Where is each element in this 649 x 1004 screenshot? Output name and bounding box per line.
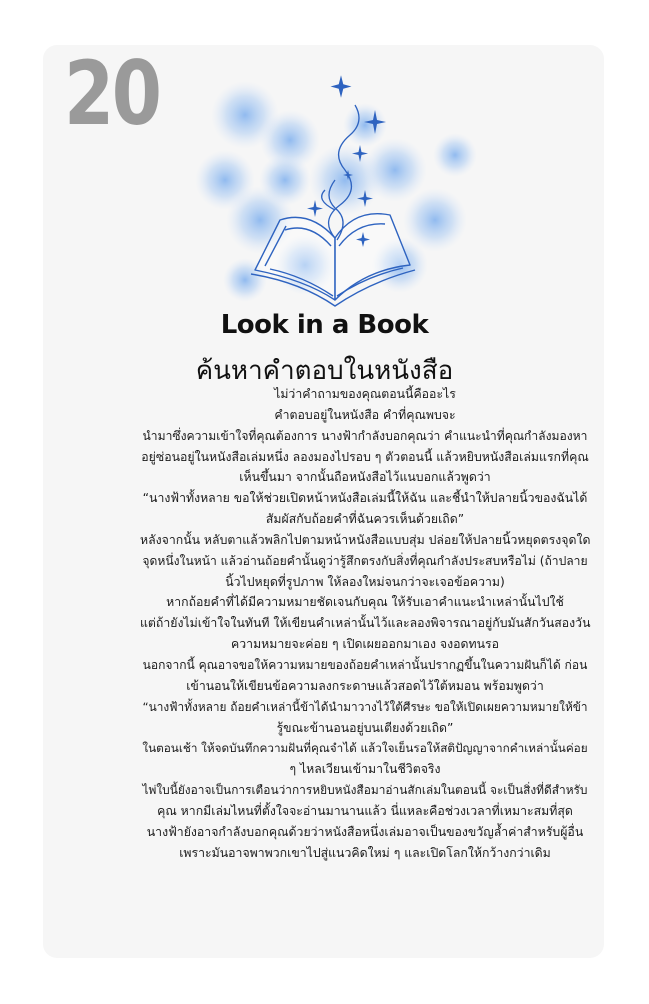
description-line: รู้ขณะข้านอนอยู่บนเตียงด้วยเถิด” bbox=[276, 720, 454, 735]
card-description: ไม่ว่าคำถามของคุณตอนนี้คืออะไร คำตอบอยู่… bbox=[140, 384, 590, 863]
description-line: จุดหนึ่งในหน้า แล้วอ่านถ้อยคำนั้นดูว่ารู… bbox=[142, 553, 588, 568]
description-line: “นางฟ้าทั้งหลาย ขอให้ช่วยเปิดหน้าหนังสือ… bbox=[142, 491, 588, 506]
description-line: เข้านอนให้เขียนข้อความลงกระดาษแล้วสอดไว้… bbox=[186, 678, 544, 693]
description-line: ๆ ไหลเวียนเข้ามาในชีวิตจริง bbox=[289, 762, 441, 777]
description-line: ความหมายจะค่อย ๆ เปิดเผยออกมาเอง จงอดทนร… bbox=[231, 637, 499, 652]
card-number: 20 bbox=[64, 42, 162, 145]
description-line: ในตอนเช้า ให้จดบันทึกความฝันที่คุณจำได้ … bbox=[142, 741, 588, 756]
description-line: นำมาซึ่งความเข้าใจที่คุณต้องการ นางฟ้ากำ… bbox=[142, 428, 588, 443]
description-line: สัมผัสกับถ้อยคำที่ฉันควรเห็นด้วยเถิด” bbox=[265, 512, 465, 527]
description-line: คุณ หากมีเล่มไหนที่ตั้งใจจะอ่านมานานแล้ว… bbox=[157, 803, 573, 818]
description-line: ไพ่ใบนี้ยังอาจเป็นการเตือนว่าการหยิบหนัง… bbox=[142, 783, 588, 798]
description-line: นางฟ้ายังอาจกำลังบอกคุณด้วยว่าหนังสือหนึ… bbox=[146, 824, 584, 839]
description-line: “นางฟ้าทั้งหลาย ถ้อยคำเหล่านี้ข้าได้นำมา… bbox=[142, 699, 588, 714]
description-line: ไม่ว่าคำถามของคุณตอนนี้คืออะไร bbox=[274, 387, 456, 401]
description-line: หากถ้อยคำที่ได้มีความหมายชัดเจนกับคุณ ให… bbox=[166, 595, 564, 610]
description-line: คำตอบอยู่ในหนังสือ คำที่คุณพบจะ bbox=[274, 407, 456, 422]
open-book-with-sparkles-icon bbox=[195, 75, 477, 307]
card-title-english: Look in a Book bbox=[220, 310, 429, 340]
book-drawing bbox=[250, 213, 416, 307]
description-line: แต่ถ้ายังไม่เข้าใจในทันที ให้เขียนคำเหล่… bbox=[140, 616, 591, 631]
description-line: เพราะมันอาจพาพวกเขาไปสู่แนวคิดใหม่ ๆ และ… bbox=[179, 845, 551, 860]
description-line: นิ้วไปหยุดที่รูปภาพ ให้ลองใหม่จนกว่าจะเจ… bbox=[225, 574, 505, 589]
description-line: อยู่ซ่อนอยู่ในหนังสือเล่มหนึ่ง ลองมองไปร… bbox=[141, 449, 589, 464]
description-line: หลังจากนั้น หลับตาแล้วพลิกไปตามหน้าหนังส… bbox=[140, 532, 591, 547]
description-line: นอกจากนี้ คุณอาจขอให้ความหมายของถ้อยคำเห… bbox=[142, 657, 588, 672]
description-line: เห็นขึ้นมา จากนั้นถือหนังสือไว้แนบอกแล้ว… bbox=[239, 470, 491, 485]
